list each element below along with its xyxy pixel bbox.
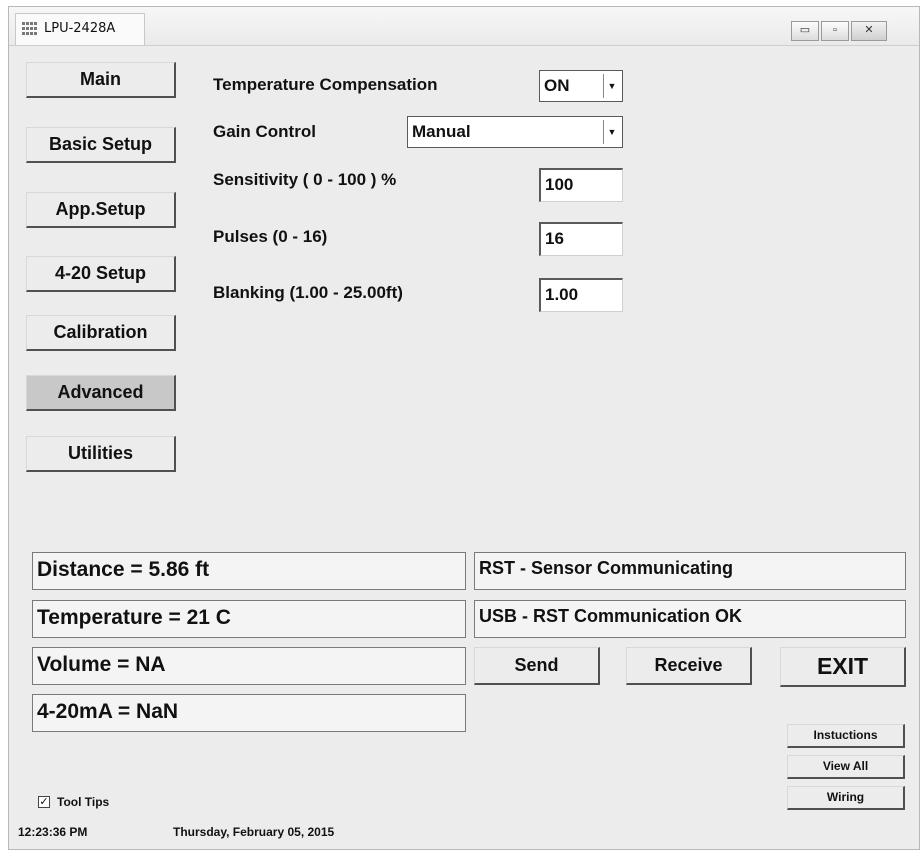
sensitivity-label: Sensitivity ( 0 - 100 ) % bbox=[213, 170, 397, 189]
maximize-icon: ▫ bbox=[833, 24, 837, 36]
nav-calibration-button[interactable]: Calibration bbox=[26, 315, 176, 351]
nav-main-button[interactable]: Main bbox=[26, 62, 176, 98]
temperature-reading: Temperature = 21 C bbox=[32, 600, 466, 638]
footer-time: 12:23:36 PM bbox=[18, 825, 88, 839]
current-reading: 4-20mA = NaN bbox=[32, 694, 466, 732]
nav-advanced-button[interactable]: Advanced bbox=[26, 375, 176, 411]
distance-reading: Distance = 5.86 ft bbox=[32, 552, 466, 590]
pulses-input[interactable]: 16 bbox=[539, 222, 623, 256]
gain-control-select[interactable]: Manual ▼ bbox=[407, 116, 623, 148]
close-button[interactable]: ✕ bbox=[851, 21, 887, 41]
wiring-button[interactable]: Wiring bbox=[787, 786, 905, 810]
temp-comp-value: ON bbox=[544, 76, 570, 95]
blanking-input[interactable]: 1.00 bbox=[539, 278, 623, 312]
exit-button[interactable]: EXIT bbox=[780, 647, 906, 687]
sensor-status: RST - Sensor Communicating bbox=[474, 552, 906, 590]
gain-control-label: Gain Control bbox=[213, 122, 316, 141]
view-all-button[interactable]: View All bbox=[787, 755, 905, 779]
temp-comp-label: Temperature Compensation bbox=[213, 75, 438, 94]
sensitivity-input[interactable]: 100 bbox=[539, 168, 623, 202]
tool-tips-label: Tool Tips bbox=[57, 795, 110, 809]
window-title: LPU-2428A bbox=[44, 21, 116, 36]
title-bar: LPU-2428A ▭ ▫ ✕ bbox=[9, 7, 919, 46]
check-icon: ✓ bbox=[39, 796, 49, 808]
title-tab: LPU-2428A bbox=[15, 13, 145, 45]
gain-control-value: Manual bbox=[412, 122, 471, 141]
dropdown-arrow-icon: ▼ bbox=[603, 120, 620, 144]
grid-app-icon bbox=[22, 22, 37, 35]
volume-reading: Volume = NA bbox=[32, 647, 466, 685]
nav-4-20-setup-button[interactable]: 4-20 Setup bbox=[26, 256, 176, 292]
receive-button[interactable]: Receive bbox=[626, 647, 752, 685]
usb-status: USB - RST Communication OK bbox=[474, 600, 906, 638]
close-icon: ✕ bbox=[864, 24, 874, 36]
temp-comp-select[interactable]: ON ▼ bbox=[539, 70, 623, 102]
instructions-button[interactable]: Instuctions bbox=[787, 724, 905, 748]
nav-basic-setup-button[interactable]: Basic Setup bbox=[26, 127, 176, 163]
maximize-button[interactable]: ▫ bbox=[821, 21, 849, 41]
nav-utilities-button[interactable]: Utilities bbox=[26, 436, 176, 472]
minimize-button[interactable]: ▭ bbox=[791, 21, 819, 41]
tool-tips-checkbox[interactable]: ✓ bbox=[38, 796, 50, 808]
minimize-icon: ▭ bbox=[799, 24, 811, 36]
footer-date: Thursday, February 05, 2015 bbox=[173, 825, 335, 839]
blanking-label: Blanking (1.00 - 25.00ft) bbox=[213, 283, 403, 302]
nav-app-setup-button[interactable]: App.Setup bbox=[26, 192, 176, 228]
send-button[interactable]: Send bbox=[474, 647, 600, 685]
pulses-label: Pulses (0 - 16) bbox=[213, 227, 328, 246]
dropdown-arrow-icon: ▼ bbox=[603, 74, 620, 98]
